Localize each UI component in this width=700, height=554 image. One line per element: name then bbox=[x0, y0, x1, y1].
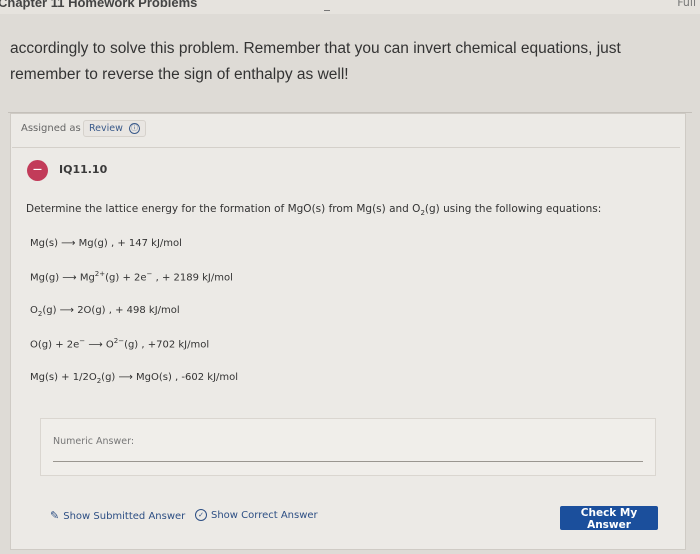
info-icon: ⓘ bbox=[128, 123, 140, 134]
review-label: Review bbox=[89, 123, 123, 134]
equation-5: Mg(s) + 1/2O2(g) ⟶ MgO(s) , -602 kJ/mol bbox=[30, 372, 238, 385]
equation-text: , + 2189 kJ/mol bbox=[152, 272, 233, 284]
question-prompt-part: Determine the lattice energy for the for… bbox=[26, 203, 421, 215]
check-my-answer-button[interactable]: Check My Answer bbox=[560, 506, 658, 531]
equation-sup: 2+ bbox=[94, 270, 106, 278]
equation-text: (g) , +702 kJ/mol bbox=[124, 339, 210, 351]
pencil-icon: ✎ bbox=[50, 509, 60, 522]
question-status-icon[interactable]: — bbox=[27, 160, 48, 181]
check-circle-icon: ✓ bbox=[195, 509, 207, 521]
numeric-answer-input[interactable] bbox=[53, 445, 647, 461]
equation-3: O2(g) ⟶ 2O(g) , + 498 kJ/mol bbox=[30, 305, 180, 318]
show-submitted-answer-link[interactable]: ✎ Show Submitted Answer bbox=[50, 509, 185, 522]
show-submitted-label: Show Submitted Answer bbox=[63, 511, 186, 522]
card-divider bbox=[12, 147, 680, 148]
equation-text: ⟶ O bbox=[85, 339, 114, 351]
equation-text: Mg(s) + 1/2O bbox=[30, 372, 97, 383]
equation-sup: 2− bbox=[113, 337, 125, 345]
question-prompt: Determine the lattice energy for the for… bbox=[26, 203, 601, 217]
equation-text: O(g) + 2e bbox=[30, 339, 80, 351]
question-id: IQ11.10 bbox=[59, 163, 108, 176]
question-card bbox=[10, 113, 686, 550]
chapter-title: Chapter 11 Homework Problems bbox=[0, 0, 198, 10]
equation-text: (g) ⟶ 2O(g) , + 498 kJ/mol bbox=[42, 305, 180, 316]
equation-text: Mg(s) ⟶ Mg(g) , + 147 kJ/mol bbox=[30, 238, 182, 249]
show-correct-answer-link[interactable]: ✓ Show Correct Answer bbox=[195, 509, 318, 521]
equation-4: O(g) + 2e− ⟶ O2−(g) , +702 kJ/mol bbox=[30, 337, 209, 350]
equation-text: (g) ⟶ MgO(s) , -602 kJ/mol bbox=[101, 372, 239, 383]
show-correct-label: Show Correct Answer bbox=[211, 510, 318, 521]
equation-text: Mg(g) ⟶ Mg bbox=[30, 272, 95, 284]
equation-text: O bbox=[30, 305, 38, 316]
review-button[interactable]: Review ⓘ bbox=[83, 120, 146, 137]
instructions-text: accordingly to solve this problem. Remem… bbox=[10, 40, 621, 83]
equation-text: (g) + 2e bbox=[105, 272, 147, 284]
question-prompt-part: (g) using the following equations: bbox=[424, 203, 602, 215]
equation-2: Mg(g) ⟶ Mg2+(g) + 2e− , + 2189 kJ/mol bbox=[30, 270, 233, 283]
answer-underline bbox=[53, 461, 643, 462]
assigned-label: Assigned as bbox=[21, 123, 81, 134]
fullscreen-link[interactable]: Full bbox=[677, 0, 696, 9]
divider-mark bbox=[324, 10, 330, 11]
equation-1: Mg(s) ⟶ Mg(g) , + 147 kJ/mol bbox=[30, 238, 182, 249]
